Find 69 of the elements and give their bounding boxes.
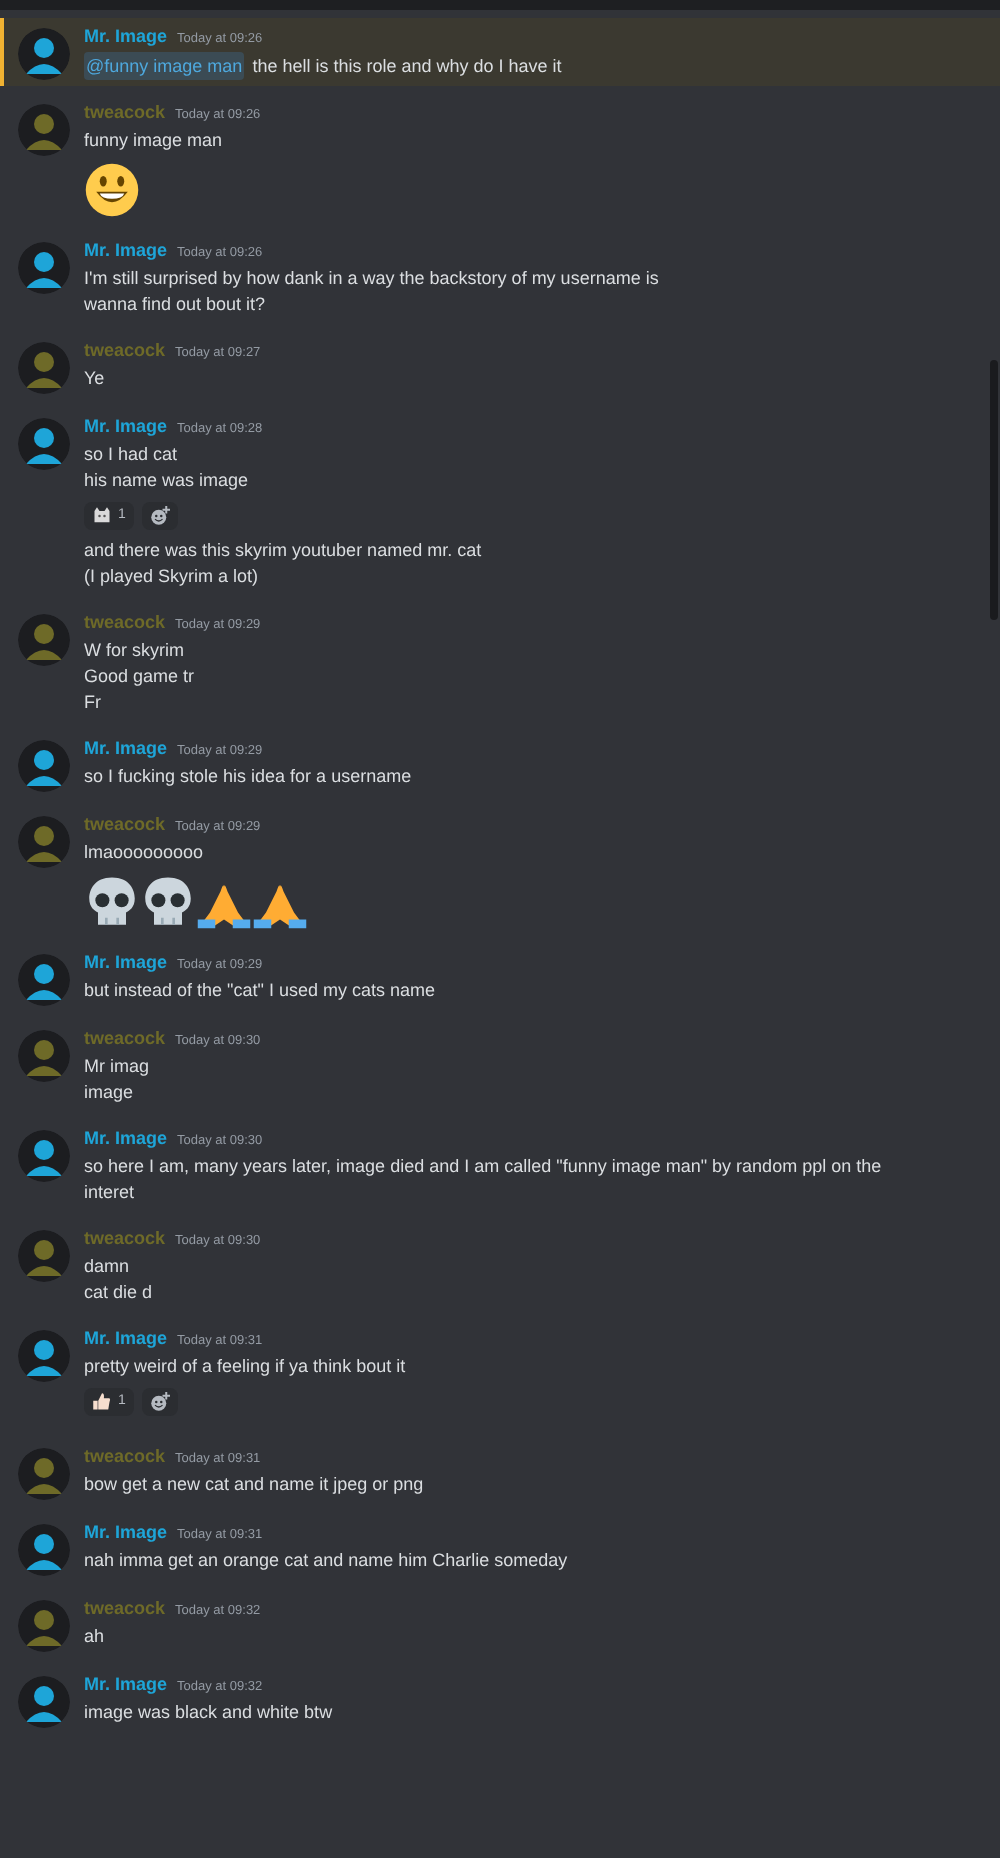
message-text: image was black and white btw xyxy=(84,1700,335,1726)
avatar-icon[interactable] xyxy=(18,1448,70,1500)
avatar-icon[interactable] xyxy=(18,1524,70,1576)
username[interactable]: tweacock xyxy=(84,1026,166,1050)
avatar-icon[interactable] xyxy=(18,614,70,666)
username[interactable]: Mr. Image xyxy=(84,1126,168,1150)
avatar-icon[interactable] xyxy=(18,342,70,394)
avatar-icon[interactable] xyxy=(18,740,70,792)
avatar-icon[interactable] xyxy=(18,1130,70,1182)
username[interactable]: tweacock xyxy=(84,338,166,362)
message-text: ah xyxy=(84,1624,107,1650)
message-text: nah imma get an orange cat and name him Charlie someday xyxy=(84,1548,570,1574)
username[interactable]: tweacock xyxy=(84,1596,166,1620)
username[interactable]: Mr. Image xyxy=(84,736,168,760)
message-text: so I fucking stole his idea for a username xyxy=(84,764,414,790)
avatar-icon[interactable] xyxy=(18,1676,70,1728)
message-text: the hell is this role and why do I have it xyxy=(252,54,562,80)
message-text: funny image man xyxy=(84,128,225,154)
message-text: bow get a new cat and name it jpeg or png xyxy=(84,1472,426,1498)
add-reaction-button[interactable] xyxy=(141,1388,178,1416)
username[interactable]: Mr. Image xyxy=(84,1326,168,1350)
message-text: so here I am, many years later, image died and I am called "funny image man" by random ppl on the interet xyxy=(84,1154,884,1206)
username[interactable]: Mr. Image xyxy=(84,1520,168,1544)
message-text: (I played Skyrim a lot) xyxy=(84,564,261,590)
message-text: but instead of the "cat" I used my cats name xyxy=(84,978,437,1004)
username[interactable]: tweacock xyxy=(84,1444,166,1468)
add-reaction-button[interactable] xyxy=(141,502,178,530)
message-text: Ye xyxy=(84,366,107,392)
avatar-icon[interactable] xyxy=(18,28,70,80)
skull-emoji-icon xyxy=(84,874,140,930)
message-text: image xyxy=(84,1080,136,1106)
username[interactable]: Mr. Image xyxy=(84,1672,168,1696)
add-emoji-icon xyxy=(149,506,170,526)
message-text: his name was image xyxy=(84,468,251,494)
mention-link[interactable]: @funny image man xyxy=(84,52,245,80)
message-text: I'm still surprised by how dank in a way the backstory of my username is xyxy=(84,266,661,292)
message-text: Fr xyxy=(84,690,103,716)
username[interactable]: tweacock xyxy=(84,1226,166,1250)
thumbs-up-icon xyxy=(92,1392,112,1412)
username[interactable]: Mr. Image xyxy=(84,238,168,262)
message-text: lmaooooooooo xyxy=(84,840,206,866)
message-text: Good game tr xyxy=(84,664,197,690)
skull-emoji-icon xyxy=(140,874,196,930)
username[interactable]: Mr. Image xyxy=(84,24,168,48)
message-text: damn xyxy=(84,1254,132,1280)
message-text: so I had cat xyxy=(84,442,180,468)
avatar-icon[interactable] xyxy=(18,816,70,868)
message-text: W for skyrim xyxy=(84,638,186,664)
avatar-icon[interactable] xyxy=(18,242,70,294)
avatar-icon[interactable] xyxy=(18,954,70,1006)
username[interactable]: tweacock xyxy=(84,610,166,634)
avatar-icon[interactable] xyxy=(18,418,70,470)
message-text: cat die d xyxy=(84,1280,155,1306)
message-text: and there was this skyrim youtuber named mr. cat xyxy=(84,538,484,564)
username[interactable]: Mr. Image xyxy=(84,950,168,974)
username[interactable]: tweacock xyxy=(84,812,166,836)
avatar-icon[interactable] xyxy=(18,1330,70,1382)
message-text: pretty weird of a feeling if ya think bout it xyxy=(84,1354,408,1380)
add-emoji-icon xyxy=(149,1392,170,1412)
avatar-icon[interactable] xyxy=(18,1600,70,1652)
message-text: Mr imag xyxy=(84,1054,152,1080)
avatar-icon[interactable] xyxy=(18,1230,70,1282)
username[interactable]: tweacock xyxy=(84,100,166,124)
cat-icon xyxy=(92,506,112,526)
message-text: wanna find out bout it? xyxy=(84,292,268,318)
username[interactable]: Mr. Image xyxy=(84,414,168,438)
smiley-emoji-icon xyxy=(84,162,140,218)
avatar-icon[interactable] xyxy=(18,1030,70,1082)
avatar-icon[interactable] xyxy=(18,104,70,156)
